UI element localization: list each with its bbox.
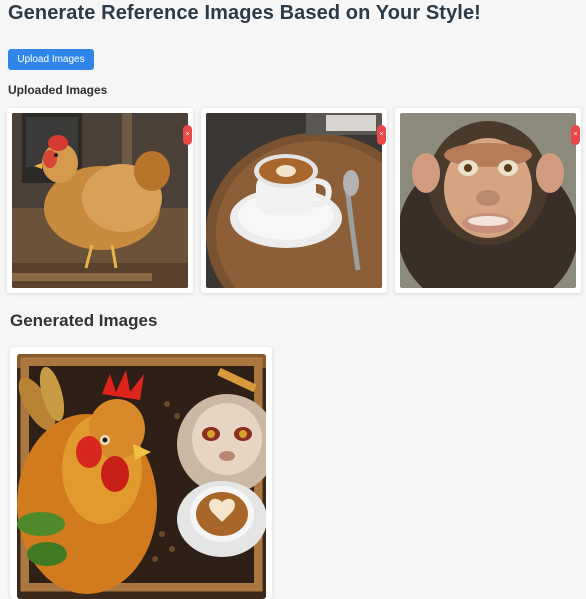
monkey-image — [400, 113, 576, 288]
coffee-image — [206, 113, 382, 288]
chicken-image — [12, 113, 188, 288]
upload-images-button[interactable]: Upload Images — [8, 49, 94, 70]
uploaded-images-heading: Uploaded Images — [8, 83, 108, 97]
remove-image-button[interactable]: × — [183, 125, 192, 145]
remove-image-button[interactable]: × — [571, 125, 580, 145]
page-title: Generate Reference Images Based on Your … — [8, 2, 481, 24]
generated-image-card — [10, 347, 272, 599]
uploaded-image-card: × — [7, 108, 193, 293]
remove-image-button[interactable]: × — [377, 125, 386, 145]
generated-image — [17, 354, 266, 599]
uploaded-image-card: × — [395, 108, 581, 293]
page: Generate Reference Images Based on Your … — [0, 0, 586, 599]
uploaded-image-card: × — [201, 108, 387, 293]
generated-images-heading: Generated Images — [10, 311, 158, 330]
